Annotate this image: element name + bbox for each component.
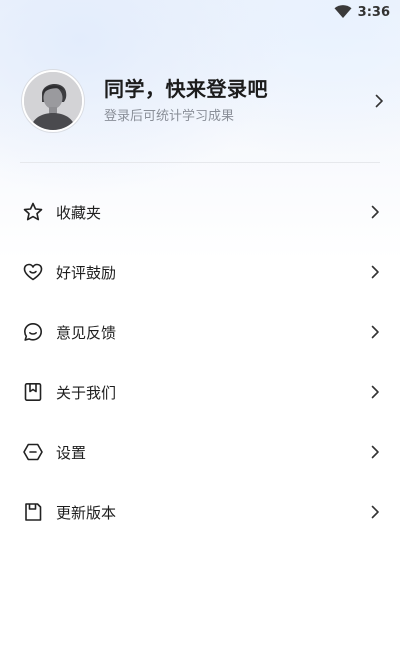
bookmark-icon (22, 381, 44, 403)
star-icon (22, 201, 44, 223)
save-icon (22, 501, 44, 523)
menu-item-rate-us[interactable]: 好评鼓励 (0, 242, 400, 302)
menu-item-label: 好评鼓励 (56, 263, 117, 282)
menu-list: 收藏夹 好评鼓励 意见反馈 关于我们 设置 更新版本 (0, 182, 400, 542)
divider (20, 162, 380, 163)
menu-item-label: 意见反馈 (56, 323, 117, 342)
chevron-right-icon (370, 505, 380, 519)
login-prompt-subtitle: 登录后可统计学习成果 (104, 109, 235, 124)
menu-item-settings[interactable]: 设置 (0, 422, 400, 482)
settings-icon (22, 441, 44, 463)
status-bar: 3:36 (0, 0, 400, 24)
avatar[interactable] (22, 70, 84, 132)
menu-item-feedback[interactable]: 意见反馈 (0, 302, 400, 362)
menu-item-label: 关于我们 (56, 383, 117, 402)
chevron-right-icon (370, 385, 380, 399)
menu-item-favorites[interactable]: 收藏夹 (0, 182, 400, 242)
chevron-right-icon[interactable] (374, 94, 384, 108)
wifi-icon (334, 5, 352, 19)
login-profile-card[interactable]: 同学，快来登录吧 登录后可统计学习成果 (22, 70, 384, 132)
chevron-right-icon (370, 325, 380, 339)
chat-bubble-icon (22, 321, 44, 343)
menu-item-label: 收藏夹 (56, 203, 102, 222)
menu-item-label: 设置 (56, 443, 87, 462)
profile-text: 同学，快来登录吧 登录后可统计学习成果 (104, 76, 374, 126)
menu-item-label: 更新版本 (56, 503, 117, 522)
chevron-right-icon (370, 205, 380, 219)
chevron-right-icon (370, 265, 380, 279)
heart-icon (22, 261, 44, 283)
menu-item-update-version[interactable]: 更新版本 (0, 482, 400, 542)
status-time: 3:36 (357, 4, 390, 20)
chevron-right-icon (370, 445, 380, 459)
menu-item-about-us[interactable]: 关于我们 (0, 362, 400, 422)
login-prompt-title[interactable]: 同学，快来登录吧 (104, 76, 374, 102)
